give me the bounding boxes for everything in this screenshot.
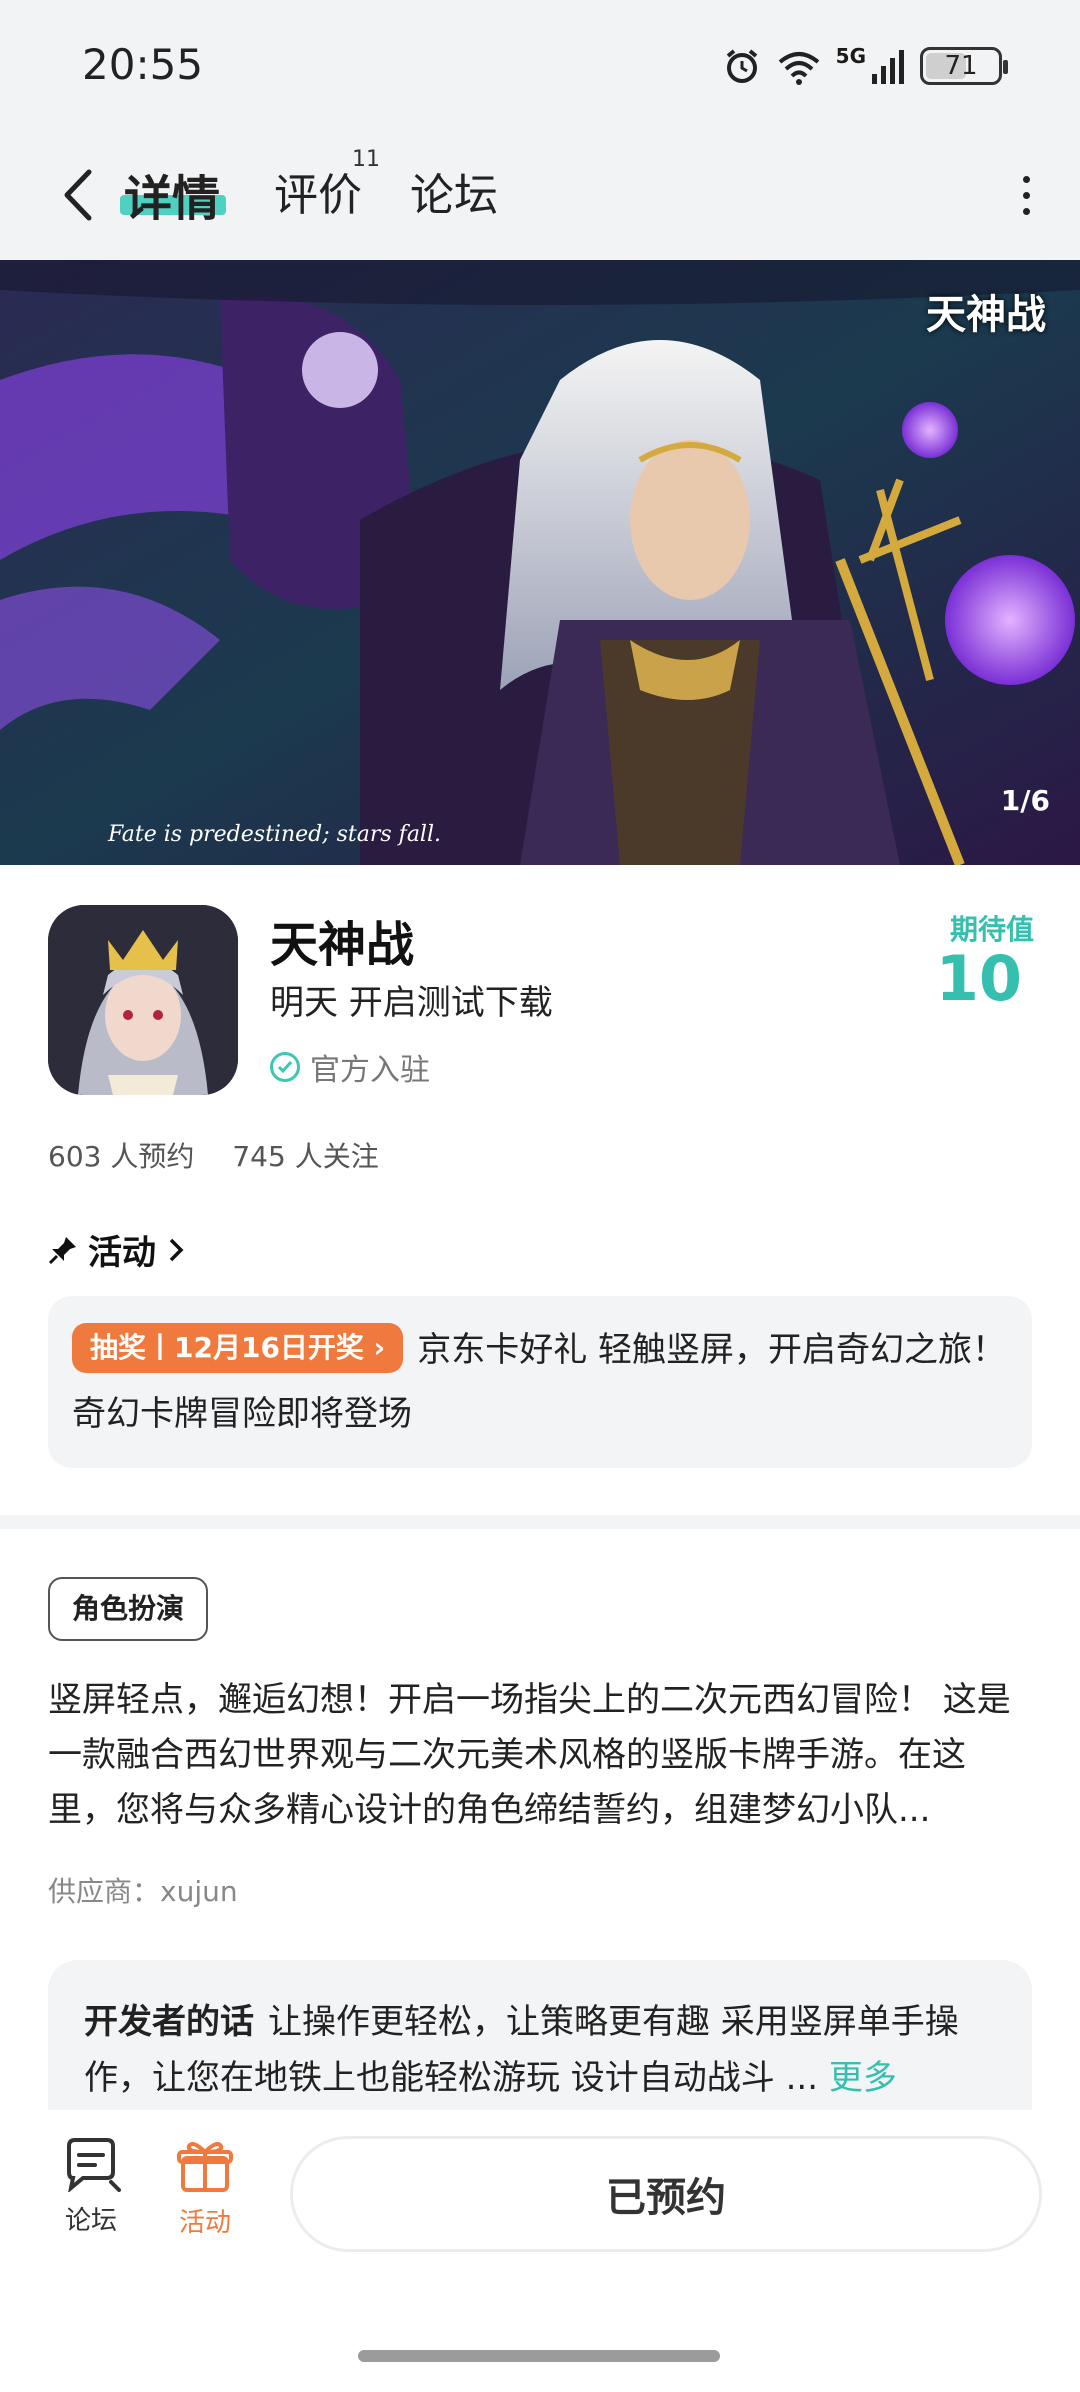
activity-section-header[interactable]: 活动	[48, 1225, 186, 1274]
bottom-activity-button[interactable]: 活动	[160, 2138, 250, 2239]
back-button[interactable]	[48, 163, 108, 227]
reservation-count: 603 人预约	[48, 1140, 195, 1173]
expectation-score: 10	[935, 942, 1022, 1015]
more-options-button[interactable]	[1006, 165, 1046, 225]
more-link[interactable]: 更多	[829, 2058, 897, 2098]
status-time: 20:55	[82, 40, 204, 89]
status-icons: 5G 71	[722, 44, 1008, 88]
official-label: 官方入驻	[310, 1053, 430, 1088]
section-divider	[0, 1515, 1080, 1529]
signal-icon	[872, 50, 904, 84]
reserved-button[interactable]: 已预约	[290, 2136, 1042, 2252]
dot	[1022, 175, 1030, 183]
battery-icon: 71	[920, 47, 1008, 85]
reviews-count-badge: 11	[352, 147, 380, 172]
bottom-forum-button[interactable]: 论坛	[46, 2138, 136, 2237]
screenshot-carousel[interactable]: 天神战 Fate is predestined; stars fall. 1/6	[0, 260, 1080, 865]
developer-notes-label: 开发者的话	[84, 2002, 254, 2042]
home-indicator[interactable]	[358, 2350, 720, 2362]
tab-details[interactable]: 详情	[124, 159, 220, 229]
back-arrow-icon	[64, 169, 92, 221]
game-title: 天神战	[270, 917, 415, 973]
follower-count: 745 人关注	[232, 1140, 379, 1173]
pin-icon	[48, 1236, 76, 1264]
network-type: 5G	[835, 44, 866, 68]
tab-forum[interactable]: 论坛	[410, 159, 498, 223]
dot	[1022, 191, 1030, 199]
carousel-counter: 1/6	[1000, 784, 1050, 817]
top-nav: 详情 评价 11 论坛	[0, 135, 1080, 260]
developer-notes-card[interactable]: 开发者的话 让操作更轻松，让策略更有趣 采用竖屏单手操作，让您在地铁上也能轻松游玩…	[48, 1960, 1032, 2110]
banner-caption: Fate is predestined; stars fall.	[108, 822, 441, 847]
gift-icon	[177, 2142, 233, 2192]
genre-tag[interactable]: 角色扮演	[48, 1577, 209, 1641]
alarm-icon	[726, 49, 757, 83]
game-description[interactable]: 竖屏轻点，邂逅幻想！开启一场指尖上的二次元西幻冒险！ 这是一款融合西幻世界观与二…	[48, 1673, 1032, 1838]
game-release-status: 明天 开启测试下载	[270, 983, 553, 1023]
activity-heading: 活动	[88, 1233, 156, 1273]
tab-reviews[interactable]: 评价	[274, 159, 362, 223]
dot	[1022, 207, 1030, 215]
activity-card[interactable]: 抽奖丨12月16日开奖 › 京东卡好礼 轻触竖屏，开启奇幻之旅！奇幻卡牌冒险即将登…	[48, 1296, 1032, 1468]
official-badge: 官方入驻	[270, 1045, 430, 1089]
wifi-icon	[778, 52, 819, 85]
status-bar: 20:55 5G 71	[0, 0, 1080, 135]
verified-check-icon	[270, 1052, 300, 1082]
banner-logo: 天神战	[926, 291, 1046, 338]
banner-artwork	[0, 260, 1080, 865]
supplier-label: 供应商：xujun	[48, 1875, 238, 1908]
bottom-activity-label: 活动	[178, 2208, 231, 2238]
chevron-right-icon	[169, 1238, 184, 1261]
forum-icon	[67, 2138, 121, 2192]
bottom-forum-label: 论坛	[64, 2206, 117, 2236]
app-icon-artwork	[48, 905, 238, 1095]
app-icon	[48, 905, 238, 1095]
stats-row: 603 人预约 745 人关注	[48, 1135, 379, 1175]
lottery-tag[interactable]: 抽奖丨12月16日开奖 ›	[72, 1323, 404, 1373]
